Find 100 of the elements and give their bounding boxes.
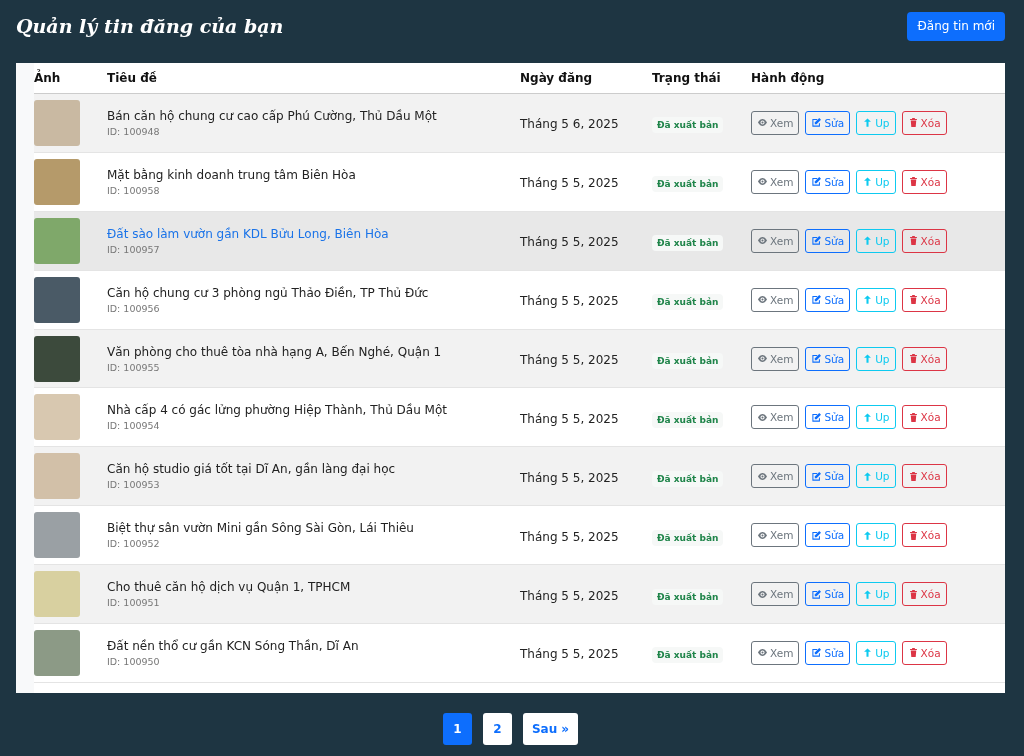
column-header: Ảnh bbox=[34, 71, 62, 85]
listing-title[interactable]: Căn hộ chung cư 3 phòng ngủ Thảo Điền, TP Thủ Đức bbox=[107, 285, 520, 300]
trash-icon bbox=[907, 529, 919, 541]
trash-icon bbox=[907, 235, 919, 247]
photo-placeholder bbox=[34, 453, 80, 500]
status-badge: Đã xuất bản bbox=[652, 647, 724, 664]
view-button[interactable]: Xem bbox=[751, 287, 800, 312]
trash-icon bbox=[907, 588, 919, 600]
edit-button[interactable]: Sửa bbox=[805, 523, 851, 548]
delete-button[interactable]: Xóa bbox=[901, 640, 947, 665]
listing-title[interactable]: Biệt thự sân vườn Mini gần Sông Sài Gòn, Lái Thiêu bbox=[107, 521, 520, 536]
view-button[interactable]: Xem bbox=[751, 228, 800, 253]
edit-button[interactable]: Sửa bbox=[805, 640, 851, 665]
trash-icon bbox=[907, 294, 919, 306]
column-header: Trạng thái bbox=[652, 71, 722, 85]
listing-id: ID: 100948 bbox=[107, 125, 161, 137]
photo-placeholder bbox=[34, 335, 80, 382]
view-button[interactable]: Xem bbox=[751, 346, 800, 371]
edit-button[interactable]: Sửa bbox=[805, 464, 851, 489]
view-button[interactable]: Xem bbox=[751, 582, 800, 607]
listing-title[interactable]: Mặt bằng kinh doanh trung tâm Biên Hòa bbox=[107, 167, 520, 182]
post-date: Tháng 5 5, 2025 bbox=[520, 235, 619, 250]
edit-button[interactable]: Sửa bbox=[805, 110, 851, 135]
listing-title[interactable]: Cho thuê căn hộ dịch vụ Quận 1, TPHCM bbox=[107, 580, 520, 595]
delete-button[interactable]: Xóa bbox=[901, 169, 947, 194]
status-badge: Đã xuất bản bbox=[652, 529, 724, 546]
post-date: Tháng 5 5, 2025 bbox=[520, 588, 619, 603]
view-button[interactable]: Xem bbox=[751, 169, 800, 194]
arrow-up-icon bbox=[862, 529, 874, 541]
delete-button[interactable]: Xóa bbox=[901, 346, 947, 371]
table-row[interactable]: Cho thuê căn hộ dịch vụ Quận 1, TPHCM ID: 100951 Tháng 5 5, 2025 Đã xuất bản Xem Sửa Up Xóa bbox=[34, 565, 1005, 624]
listing-title[interactable]: Căn hộ studio giá tốt tại Dĩ An, gần làng đại học bbox=[107, 462, 520, 477]
arrow-up-icon bbox=[862, 647, 874, 659]
listing-title[interactable]: Đất nền thổ cư gần KCN Sóng Thần, Dĩ An bbox=[107, 638, 520, 653]
photo-placeholder bbox=[34, 571, 80, 618]
table-row[interactable]: Đất sào làm vườn gần KDL Bửu Long, Biên Hòa ID: 100957 Tháng 5 5, 2025 Đã xuất bản Xem Sửa Up Xóa bbox=[34, 211, 1005, 271]
eye-icon bbox=[757, 529, 768, 541]
table-row[interactable]: Căn hộ studio giá tốt tại Dĩ An, gần làng đại học ID: 100953 Tháng 5 5, 2025 Đã xuất bản Xem Sửa Up Xóa bbox=[34, 447, 1005, 507]
table-row[interactable]: Văn phòng cho thuê tòa nhà hạng A, Bến Nghé, Quận 1 ID: 100955 Tháng 5 5, 2025 Đã xuất bản Xem Sửa Up Xóa bbox=[34, 329, 1005, 389]
edit-icon bbox=[811, 470, 823, 482]
photo-placeholder bbox=[34, 512, 80, 559]
eye-icon bbox=[757, 411, 768, 423]
listing-id: ID: 100954 bbox=[107, 420, 161, 432]
delete-button[interactable]: Xóa bbox=[901, 228, 947, 253]
edit-button[interactable]: Sửa bbox=[805, 169, 851, 194]
listing-id: ID: 100951 bbox=[107, 597, 161, 609]
edit-button[interactable]: Sửa bbox=[805, 346, 851, 371]
listing-id: ID: 100952 bbox=[107, 538, 161, 550]
delete-button[interactable]: Xóa bbox=[901, 523, 947, 548]
trash-icon bbox=[907, 470, 919, 482]
edit-icon bbox=[811, 529, 823, 541]
delete-button[interactable]: Xóa bbox=[901, 582, 947, 607]
column-header: Ngày đăng bbox=[520, 71, 594, 85]
view-button[interactable]: Xem bbox=[751, 523, 800, 548]
page-link[interactable]: 1 bbox=[442, 712, 472, 745]
arrow-up-icon bbox=[862, 294, 874, 306]
trash-icon bbox=[907, 353, 919, 364]
post-date: Tháng 5 5, 2025 bbox=[520, 470, 619, 485]
view-button[interactable]: Xem bbox=[751, 405, 800, 430]
column-header: Hành động bbox=[751, 71, 826, 85]
listing-id: ID: 100953 bbox=[107, 479, 161, 491]
post-date: Tháng 5 5, 2025 bbox=[520, 529, 619, 544]
delete-button[interactable]: Xóa bbox=[901, 287, 947, 312]
photo-placeholder bbox=[34, 99, 80, 146]
delete-button[interactable]: Xóa bbox=[901, 405, 947, 430]
column-header: Tiêu đề bbox=[107, 71, 158, 85]
eye-icon bbox=[757, 294, 768, 306]
edit-button[interactable]: Sửa bbox=[805, 287, 851, 312]
edit-icon bbox=[811, 647, 823, 659]
photo-placeholder bbox=[34, 629, 80, 676]
status-badge: Đã xuất bản bbox=[652, 411, 724, 428]
listing-id: ID: 100955 bbox=[107, 361, 161, 373]
edit-icon bbox=[811, 411, 823, 423]
listing-id: ID: 100957 bbox=[107, 243, 161, 255]
delete-button[interactable]: Xóa bbox=[901, 464, 947, 489]
listing-title[interactable]: Nhà cấp 4 có gác lửng phường Hiệp Thành, Thủ Dầu Một bbox=[107, 403, 520, 418]
photo-placeholder bbox=[34, 276, 80, 323]
edit-button[interactable]: Sửa bbox=[805, 582, 851, 607]
page-title: Quản lý tin đăng của bạn bbox=[16, 15, 284, 37]
status-badge: Đã xuất bản bbox=[652, 353, 724, 369]
arrow-up-icon bbox=[862, 411, 874, 423]
edit-button[interactable]: Sửa bbox=[805, 405, 851, 430]
view-button[interactable]: Xem bbox=[751, 640, 800, 665]
eye-icon bbox=[757, 647, 768, 659]
edit-icon bbox=[811, 235, 823, 247]
view-button[interactable]: Xem bbox=[751, 110, 800, 135]
edit-button[interactable]: Sửa bbox=[805, 228, 851, 253]
listing-title[interactable]: Bán căn hộ chung cư cao cấp Phú Cường, Thủ Dầu Một bbox=[107, 108, 520, 123]
delete-button[interactable]: Xóa bbox=[901, 110, 947, 135]
status-badge: Đã xuất bản bbox=[652, 470, 724, 487]
page-link[interactable]: 2 bbox=[482, 712, 512, 745]
arrow-up-icon bbox=[862, 470, 874, 482]
post-date: Tháng 5 6, 2025 bbox=[520, 117, 619, 132]
view-button[interactable]: Xem bbox=[751, 464, 800, 489]
listing-title[interactable]: Văn phòng cho thuê tòa nhà hạng A, Bến Nghé, Quận 1 bbox=[107, 344, 520, 359]
table-row[interactable]: Bán căn hộ chung cư cao cấp Phú Cường, Thủ Dầu Một ID: 100948 Tháng 5 6, 2025 Đã xuất bản Xem Sửa Up Xóa bbox=[34, 94, 1005, 153]
page-link[interactable]: Sau » bbox=[522, 712, 579, 745]
eye-icon bbox=[757, 353, 768, 364]
new-post-button[interactable]: Đăng tin mới bbox=[907, 11, 1005, 41]
listing-title[interactable]: Đất sào làm vườn gần KDL Bửu Long, Biên Hòa bbox=[107, 226, 520, 241]
